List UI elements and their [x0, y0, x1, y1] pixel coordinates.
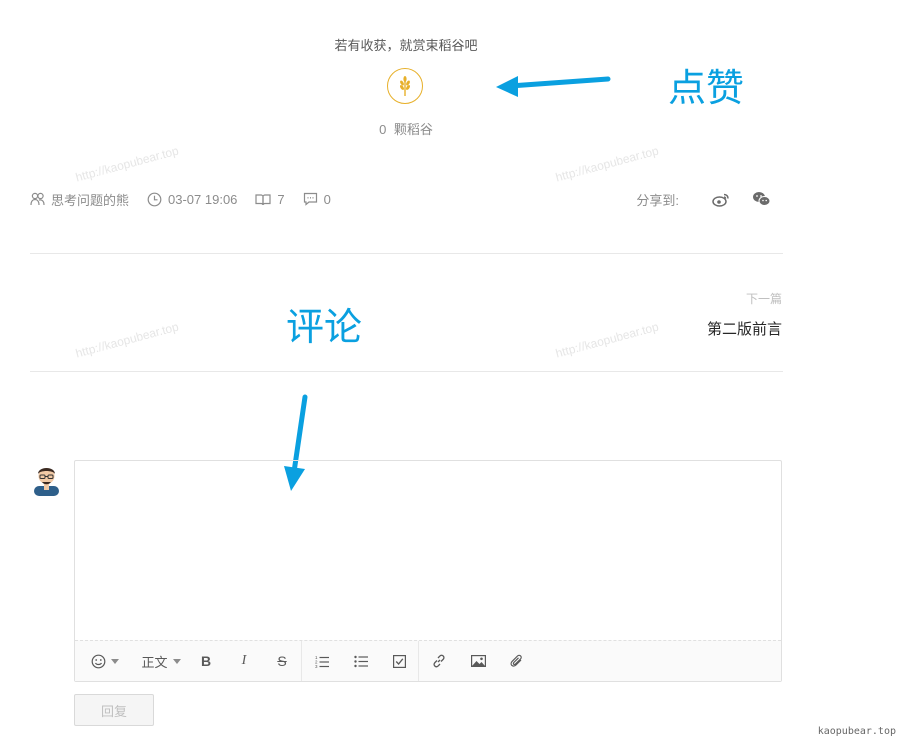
next-article-label: 下一篇 — [745, 292, 782, 306]
author[interactable]: 思考问题的熊 — [30, 190, 129, 209]
site-watermark: kaopubear.top — [817, 726, 896, 737]
annotation-like-label: 点赞 — [668, 68, 745, 110]
comment-editor: 正文 B I S 1 2 3 — [74, 460, 782, 682]
checkbox-icon — [392, 654, 406, 668]
read-count: 7 — [255, 191, 285, 207]
bullet-list-icon — [354, 655, 368, 667]
link-icon — [433, 654, 445, 668]
wheat-icon — [399, 76, 411, 96]
paragraph-format-label: 正文 — [141, 654, 168, 670]
clock-icon — [147, 192, 162, 206]
italic-button[interactable]: I — [225, 641, 263, 681]
book-icon — [255, 193, 272, 205]
avatar[interactable] — [30, 462, 63, 496]
paragraph-format-select[interactable]: 正文 — [135, 641, 187, 681]
emoji-button[interactable] — [75, 641, 135, 681]
share-bar: 分享到: — [636, 190, 771, 208]
author-icon — [30, 192, 45, 206]
reward-tip: 若有收获，就赏束稻谷吧 — [334, 38, 478, 53]
annotation-arrow-like — [496, 76, 611, 97]
strikethrough-button[interactable]: S — [263, 641, 301, 681]
chevron-down-icon — [172, 658, 181, 664]
image-icon — [470, 655, 486, 667]
comment-count[interactable]: 0 — [303, 192, 331, 207]
author-name: 思考问题的熊 — [51, 192, 130, 208]
publish-time: 03-07 19:06 — [147, 192, 237, 207]
divider — [30, 253, 783, 254]
wechat-icon[interactable] — [751, 190, 771, 208]
chevron-down-icon — [111, 658, 119, 664]
reward-count-unit: 颗稻谷 — [393, 122, 433, 137]
link-button[interactable] — [419, 641, 459, 681]
comment-input-area[interactable] — [75, 461, 781, 642]
bold-button[interactable]: B — [187, 641, 225, 681]
attachment-button[interactable] — [497, 641, 535, 681]
publish-time-text: 03-07 19:06 — [168, 191, 238, 207]
divider — [30, 371, 783, 372]
share-label: 分享到: — [636, 192, 679, 208]
watermark: http://kaopubear.top — [73, 319, 181, 361]
editor-toolbar: 正文 B I S 1 2 3 — [75, 640, 781, 681]
watermark: http://kaopubear.top — [553, 319, 661, 361]
ordered-list-icon: 1 2 3 — [315, 655, 329, 668]
reward-count: 0 颗稻谷 — [0, 119, 812, 138]
emoji-icon — [91, 654, 106, 668]
next-article-link[interactable]: 第二版前言 — [707, 318, 782, 339]
annotation-comment-label: 评论 — [286, 307, 363, 349]
reward-count-value: 0 — [379, 122, 387, 137]
watermark: http://kaopubear.top — [553, 143, 661, 185]
weibo-icon[interactable] — [711, 190, 731, 208]
reward-button[interactable] — [387, 68, 423, 104]
comment-icon — [303, 192, 317, 206]
svg-text:3: 3 — [315, 664, 318, 668]
comment-count-value: 0 — [323, 191, 331, 207]
watermark: http://kaopubear.top — [73, 143, 181, 185]
read-count-value: 7 — [277, 191, 285, 207]
image-button[interactable] — [459, 641, 497, 681]
bullet-list-button[interactable] — [342, 641, 380, 681]
article-meta: 思考问题的熊 03-07 19:06 7 0 — [30, 190, 349, 208]
ordered-list-button[interactable]: 1 2 3 — [302, 641, 342, 681]
reply-button[interactable]: 回复 — [74, 694, 154, 726]
checklist-button[interactable] — [380, 641, 418, 681]
paperclip-icon — [510, 654, 522, 667]
